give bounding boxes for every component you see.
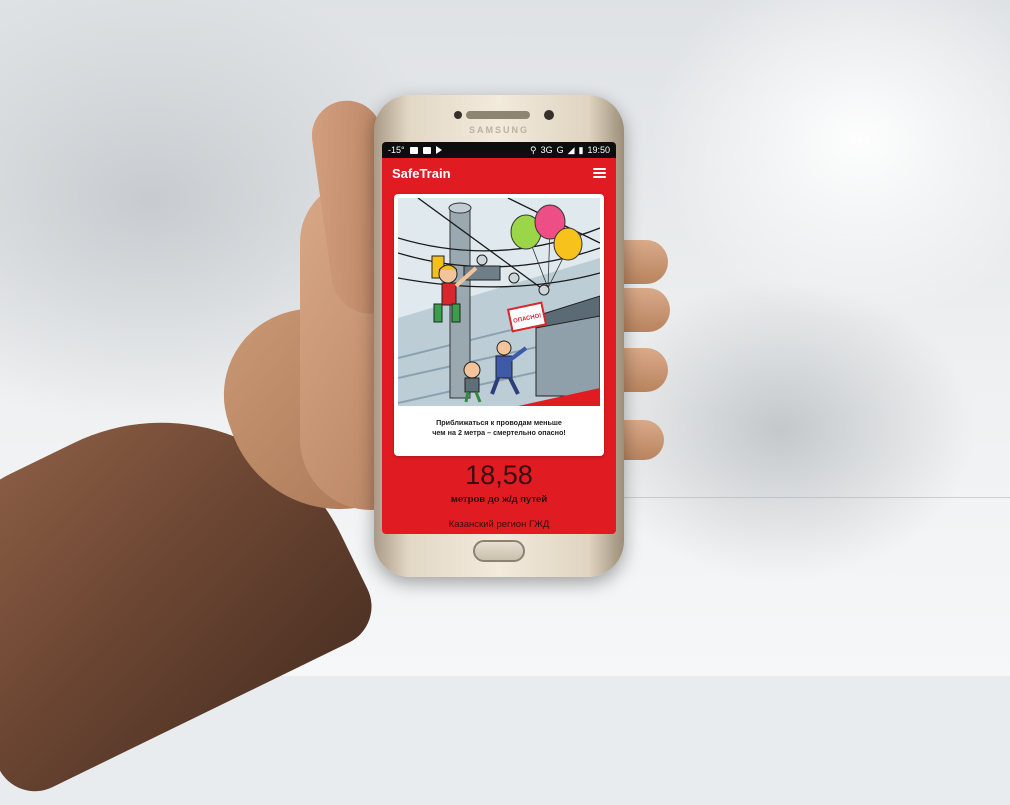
signal-icon: ◢ <box>567 144 575 155</box>
region-label: Казанский регион ГЖД <box>448 519 550 530</box>
phone-brand: SAMSUNG <box>468 125 529 135</box>
caption-line-1: Приближаться к проводам меньше <box>436 418 562 427</box>
safety-illustration: ОПАСНО! <box>398 198 600 406</box>
image-notification-icon <box>422 146 431 154</box>
home-button[interactable] <box>473 540 525 562</box>
location-icon: ⚲ <box>529 144 537 155</box>
status-bar: -15° ⚲ 3G G ◢ ▮ 19:50 <box>382 142 616 158</box>
app-bar: SafeTrain <box>382 158 616 188</box>
hamburger-menu-icon[interactable] <box>593 168 606 178</box>
earpiece-speaker <box>466 111 530 119</box>
distance-value: 18,58 <box>465 460 533 490</box>
front-camera-icon <box>544 110 554 120</box>
clock: 19:50 <box>587 145 610 155</box>
app-title: SafeTrain <box>392 165 451 181</box>
battery-icon: ▮ <box>578 144 584 155</box>
play-icon <box>435 146 442 154</box>
sensor-icon <box>454 111 462 119</box>
temperature: -15° <box>388 145 405 155</box>
phone-screen: -15° ⚲ 3G G ◢ ▮ 19:50 SafeTrain ОПАСНО! … <box>382 142 616 534</box>
safety-card[interactable]: ОПАСНО! Приближаться к проводам меньше ч… <box>394 194 604 456</box>
network-type: 3G <box>540 145 553 155</box>
caption-line-2: чем на 2 метра – смертельно опасно! <box>432 427 566 437</box>
distance-unit: метров до ж/д путей <box>450 494 548 505</box>
notification-icon <box>409 146 418 154</box>
phone: SAMSUNG -15° ⚲ 3G G ◢ ▮ 19:50 SafeTrain <box>374 95 624 577</box>
carrier-label: G <box>556 145 564 155</box>
safety-caption: Приближаться к проводам меньше чем на 2 … <box>400 418 598 437</box>
